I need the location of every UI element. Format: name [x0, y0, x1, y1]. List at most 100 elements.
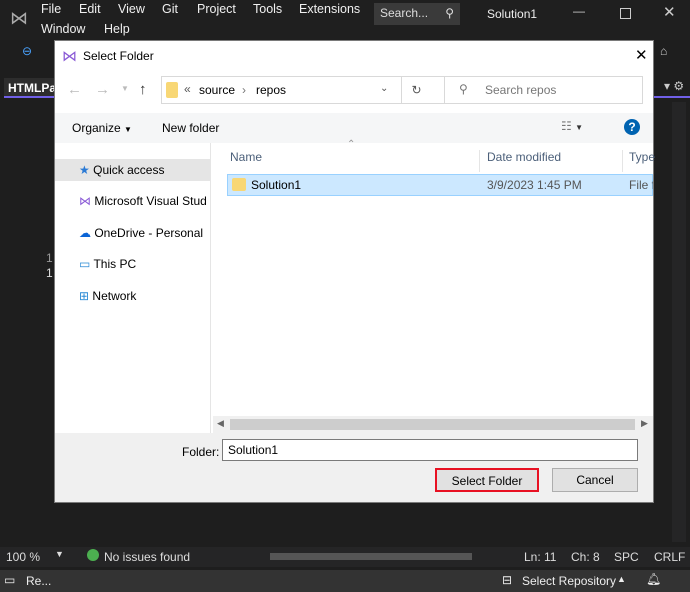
- folder-icon: [166, 82, 178, 98]
- search-repos-input[interactable]: ⚲ Search repos: [444, 76, 643, 104]
- help-icon[interactable]: ?: [624, 119, 640, 135]
- file-list-horizontal-scrollbar[interactable]: ◀ ▶: [213, 416, 653, 433]
- check-icon: [87, 549, 99, 561]
- line-number: 1: [46, 251, 53, 265]
- vs-logo-icon: ⋈: [10, 8, 28, 28]
- menu-edit[interactable]: Edit: [79, 2, 101, 16]
- star-icon: ★: [79, 163, 90, 177]
- network-icon: ⊞: [79, 289, 90, 303]
- nav-this-pc[interactable]: ▭ This PC: [79, 253, 136, 275]
- address-dropdown-icon[interactable]: ⌄: [380, 83, 388, 94]
- column-date-modified[interactable]: Date modified: [487, 150, 623, 172]
- vertical-scrollbar[interactable]: [672, 102, 686, 542]
- nav-label: Microsoft Visual Stud: [94, 194, 207, 208]
- live-share-icon[interactable]: ⌂: [660, 44, 667, 58]
- settings-icon[interactable]: ▾ ⚙: [664, 79, 684, 93]
- vs-icon: ⋈: [79, 194, 91, 208]
- recent-chevron-icon[interactable]: ▼: [121, 84, 129, 93]
- menu-view[interactable]: View: [118, 2, 145, 16]
- horizontal-scrollbar[interactable]: [270, 553, 472, 560]
- file-list: ⌃ Name Date modified Type Solution1 3/9/…: [213, 139, 655, 416]
- editor-status-bar: 100 % ▼ No issues found Ln: 11 Ch: 8 SPC…: [0, 547, 690, 567]
- menu-file[interactable]: File: [41, 2, 61, 16]
- vs-logo-icon: ⋈: [62, 48, 77, 65]
- table-row[interactable]: Solution1 3/9/2023 1:45 PM File fo: [227, 174, 653, 196]
- chevron-up-icon[interactable]: ▲: [617, 574, 626, 584]
- feedback-icon[interactable]: ▭: [4, 573, 15, 587]
- menu-git[interactable]: Git: [162, 2, 178, 16]
- refresh-button[interactable]: ↻: [401, 76, 431, 104]
- menu-window[interactable]: Window: [41, 22, 85, 36]
- breadcrumb-source[interactable]: source: [199, 83, 235, 97]
- nav-label: Network: [92, 289, 137, 303]
- nav-label: OneDrive - Personal: [94, 226, 204, 240]
- issues-status[interactable]: No issues found: [104, 550, 190, 564]
- row-type: File fo: [629, 178, 653, 192]
- scroll-thumb[interactable]: [230, 419, 635, 430]
- breadcrumb-separator: ›: [242, 83, 246, 97]
- vs-search-text: Search...: [380, 6, 429, 20]
- menu-project[interactable]: Project: [197, 2, 236, 16]
- folder-label: Folder:: [182, 445, 220, 459]
- overflow-icon: «: [184, 82, 191, 96]
- back-arrow-icon[interactable]: ←: [67, 81, 82, 98]
- cloud-icon: ☁: [79, 226, 91, 240]
- organize-button[interactable]: Organize ▼: [72, 121, 132, 135]
- solution-name: Solution1: [487, 7, 538, 21]
- select-repository[interactable]: Select Repository: [522, 574, 616, 588]
- search-placeholder: Search repos: [485, 83, 557, 97]
- nav-visual-studio[interactable]: ⋈ Microsoft Visual Stud: [79, 190, 207, 212]
- menu-help[interactable]: Help: [104, 22, 130, 36]
- menu-tools[interactable]: Tools: [253, 2, 282, 16]
- navigation-pane: ★ Quick access ⋈ Microsoft Visual Stud ☁…: [55, 143, 211, 433]
- editor-tab[interactable]: HTMLPa: [4, 78, 56, 98]
- minimize-button[interactable]: —: [573, 4, 585, 18]
- column-name[interactable]: Name: [230, 150, 480, 172]
- folder-input[interactable]: Solution1: [222, 439, 638, 461]
- tab-strip-line: [654, 96, 690, 98]
- close-window-button[interactable]: ✕: [663, 3, 676, 21]
- breadcrumb-repos[interactable]: repos: [256, 83, 286, 97]
- dialog-close-button[interactable]: ✕: [635, 46, 648, 64]
- row-date: 3/9/2023 1:45 PM: [487, 178, 582, 192]
- address-bar[interactable]: « source › repos ⌄ ↻: [161, 76, 486, 104]
- zoom-level[interactable]: 100 %: [6, 550, 40, 564]
- column-indicator: Ch: 8: [571, 550, 600, 564]
- nav-network[interactable]: ⊞ Network: [79, 285, 136, 307]
- whitespace-indicator[interactable]: SPC: [614, 550, 639, 564]
- browser-pane: ★ Quick access ⋈ Microsoft Visual Stud ☁…: [55, 139, 655, 433]
- nav-quick-access[interactable]: ★ Quick access: [55, 159, 210, 181]
- folder-icon: [232, 178, 246, 191]
- cancel-button[interactable]: Cancel: [552, 468, 638, 492]
- back-nav-icon[interactable]: ⊖: [22, 44, 32, 58]
- sort-indicator-icon: ⌃: [347, 139, 356, 150]
- column-type[interactable]: Type: [629, 150, 655, 164]
- select-folder-dialog: ⋈ Select Folder ✕ ← → ▼ ↑ « source › rep…: [54, 40, 655, 503]
- new-folder-button[interactable]: New folder: [162, 121, 219, 135]
- line-number: 1: [46, 266, 53, 280]
- search-icon: ⚲: [459, 82, 468, 96]
- up-arrow-icon[interactable]: ↑: [139, 81, 147, 98]
- maximize-button[interactable]: [620, 8, 631, 19]
- computer-icon: ▭: [79, 257, 91, 271]
- chevron-down-icon: ▼: [124, 125, 132, 134]
- scroll-right-icon[interactable]: ▶: [641, 418, 648, 429]
- search-icon: ⚲: [445, 6, 454, 20]
- zoom-dropdown-icon[interactable]: ▼: [55, 549, 64, 559]
- forward-arrow-icon[interactable]: →: [95, 81, 110, 98]
- line-indicator: Ln: 11: [524, 550, 557, 564]
- nav-label: This PC: [93, 257, 137, 271]
- line-ending-indicator[interactable]: CRLF: [654, 550, 685, 564]
- nav-onedrive[interactable]: ☁ OneDrive - Personal: [79, 222, 203, 244]
- dialog-titlebar: ⋈ Select Folder ✕: [55, 41, 653, 73]
- notifications-icon[interactable]: 🔔︎: [646, 572, 661, 586]
- dialog-title: Select Folder: [83, 49, 154, 63]
- row-name: Solution1: [251, 178, 302, 192]
- nav-label: Quick access: [93, 163, 165, 177]
- scroll-left-icon[interactable]: ◀: [217, 418, 224, 429]
- menu-extensions[interactable]: Extensions: [299, 2, 360, 16]
- vs-search[interactable]: Search... ⚲: [374, 3, 460, 25]
- view-options-icon[interactable]: ☷ ▼: [561, 119, 583, 133]
- select-folder-button[interactable]: Select Folder: [435, 468, 539, 492]
- repository-icon: ⊟: [502, 573, 513, 587]
